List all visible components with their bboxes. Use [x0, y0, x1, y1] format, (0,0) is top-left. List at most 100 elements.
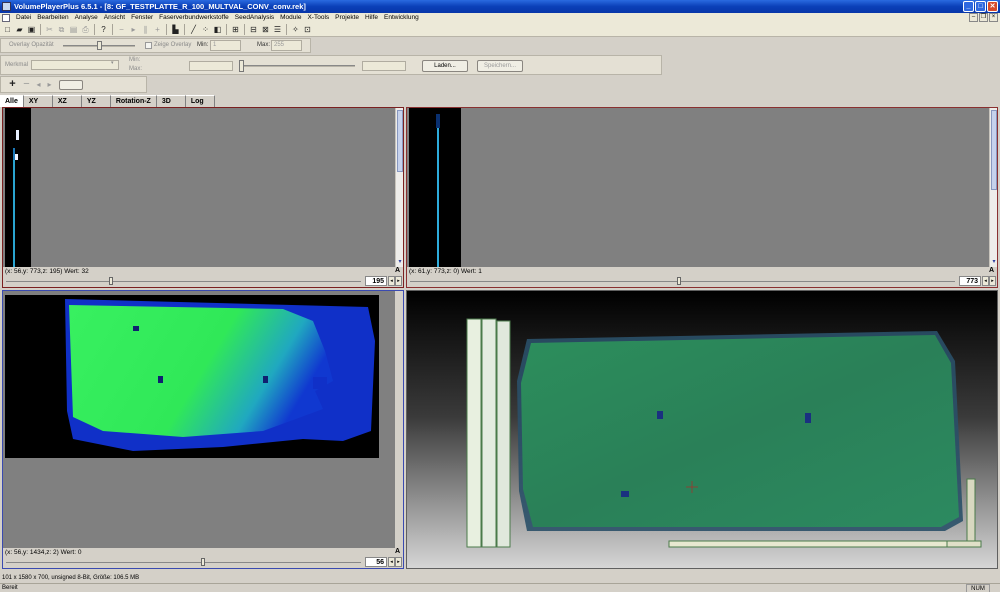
- menu-faserverbundwerkstoffe[interactable]: Faserverbundwerkstoffe: [156, 13, 232, 23]
- mdi-minimize-button[interactable]: –: [969, 13, 978, 22]
- open-folder-icon[interactable]: ▰: [14, 24, 25, 35]
- xz-view-panel[interactable]: ▾ (x: 61,y: 773,z: 0) Wert: 1 A 773 ◂ ▸: [406, 107, 998, 288]
- status-bar: Bereit NUM: [0, 583, 1000, 592]
- menu-x-tools[interactable]: X-Tools: [304, 13, 332, 23]
- slice-decrement-icon[interactable]: ◂: [388, 276, 395, 286]
- overlay-view-icon[interactable]: ⊟: [248, 24, 259, 35]
- scroll-down-icon[interactable]: ▾: [396, 258, 403, 266]
- xz-slice-image[interactable]: [407, 108, 990, 267]
- xy-slice-image[interactable]: [3, 108, 396, 267]
- histogram-icon[interactable]: ▙: [170, 24, 181, 35]
- tab-yz[interactable]: YZ: [81, 95, 111, 107]
- add-icon[interactable]: +: [7, 79, 18, 90]
- pause-icon[interactable]: ∥: [140, 24, 151, 35]
- overlay-max-input[interactable]: 255: [271, 40, 302, 51]
- toolbar-separator: [184, 24, 185, 35]
- 3d-view-panel[interactable]: [406, 290, 998, 569]
- overlay-min-label: Min:: [197, 42, 209, 48]
- previous-icon[interactable]: ◂: [33, 79, 44, 90]
- menu-datei[interactable]: Datei: [13, 13, 34, 23]
- print-icon[interactable]: ⎙: [80, 24, 91, 35]
- image-grid-icon[interactable]: ⊞: [230, 24, 241, 35]
- feature-select-arrow-icon[interactable]: ▾: [111, 60, 114, 66]
- next-icon[interactable]: ▸: [44, 79, 55, 90]
- save-icon[interactable]: ▣: [26, 24, 37, 35]
- points-tool-icon[interactable]: ⁘: [200, 24, 211, 35]
- xy-slider-thumb[interactable]: [108, 277, 113, 285]
- window-controls: _ □ ✕: [963, 1, 998, 12]
- tab-3d[interactable]: 3D: [156, 95, 186, 107]
- tab-alle[interactable]: Alle: [0, 95, 24, 107]
- slice-increment-icon[interactable]: ▸: [395, 557, 402, 567]
- yz-slider-thumb[interactable]: [201, 558, 206, 566]
- slice-increment-icon[interactable]: ▸: [395, 276, 402, 286]
- feature-max-input[interactable]: [362, 61, 406, 71]
- plus-icon[interactable]: +: [152, 24, 163, 35]
- menu-seedanalysis[interactable]: SeedAnalysis: [232, 13, 277, 23]
- menu-ansicht[interactable]: Ansicht: [101, 13, 128, 23]
- maximize-button[interactable]: □: [975, 1, 986, 12]
- minimize-button[interactable]: _: [963, 1, 974, 12]
- gradient-icon[interactable]: ◧: [212, 24, 223, 35]
- xy-view-panel[interactable]: ▾ (x: 56,y: 773,z: 195) Wert: 32 A 195 ◂…: [2, 107, 404, 288]
- menu-module[interactable]: Module: [277, 13, 304, 23]
- help-pointer-icon[interactable]: ?: [98, 24, 109, 35]
- compare-view-icon[interactable]: ⊠: [260, 24, 271, 35]
- tab-xy[interactable]: XY: [23, 95, 53, 107]
- save-button[interactable]: Speichern...: [477, 60, 523, 72]
- minus-icon[interactable]: −: [116, 24, 127, 35]
- tab-log[interactable]: Log: [185, 95, 215, 107]
- close-button[interactable]: ✕: [987, 1, 998, 12]
- paste-icon[interactable]: ▤: [68, 24, 79, 35]
- document-icon[interactable]: [2, 14, 10, 22]
- feature-min-input[interactable]: [189, 61, 233, 71]
- xz-slider-thumb[interactable]: [677, 277, 682, 285]
- menu-analyse[interactable]: Analyse: [72, 13, 101, 23]
- slice-increment-icon[interactable]: ▸: [989, 276, 996, 286]
- overlay-min-input[interactable]: 1: [210, 40, 241, 51]
- scroll-down-icon[interactable]: ▾: [990, 258, 997, 266]
- blank-button[interactable]: [59, 80, 83, 90]
- play-icon[interactable]: ▸: [128, 24, 139, 35]
- xy-slice-input[interactable]: 195: [365, 276, 387, 286]
- new-file-icon[interactable]: □: [2, 24, 13, 35]
- title-bar: VolumePlayerPlus 6.5.1 - [8: GF_TESTPLAT…: [0, 0, 1000, 13]
- remove-icon[interactable]: −: [21, 79, 32, 90]
- xz-vertical-scrollbar[interactable]: ▾: [989, 108, 997, 267]
- toolbar-separator: [286, 24, 287, 35]
- volume-info-bar: 101 x 1580 x 700, unsigned 8-Bit, Größe:…: [0, 574, 1000, 583]
- yz-slice-image[interactable]: [3, 291, 396, 548]
- menu-bearbeiten[interactable]: Bearbeiten: [34, 13, 71, 23]
- overlay-opacity-thumb[interactable]: [97, 41, 102, 50]
- show-overlay-checkbox[interactable]: [145, 42, 152, 49]
- slice-decrement-icon[interactable]: ◂: [388, 557, 395, 567]
- settings-icon[interactable]: ✧: [290, 24, 301, 35]
- menu-fenster[interactable]: Fenster: [128, 13, 156, 23]
- xz-slice-input[interactable]: 773: [959, 276, 981, 286]
- xy-scroll-thumb[interactable]: [397, 110, 403, 172]
- mdi-restore-button[interactable]: ❐: [979, 13, 988, 22]
- xy-vertical-scrollbar[interactable]: ▾: [395, 108, 403, 267]
- feature-select[interactable]: [31, 60, 119, 70]
- xz-slice-slider[interactable]: 773 ◂ ▸: [407, 276, 997, 287]
- mdi-close-button[interactable]: ×: [989, 13, 998, 22]
- line-tool-icon[interactable]: ╱: [188, 24, 199, 35]
- yz-view-panel[interactable]: (x: 56,y: 1434,z: 2) Wert: 0 A 56 ◂ ▸: [2, 290, 404, 569]
- yz-slice-slider[interactable]: 56 ◂ ▸: [3, 557, 403, 568]
- xy-slice-slider[interactable]: 195 ◂ ▸: [3, 276, 403, 287]
- menu-hilfe[interactable]: Hilfe: [362, 13, 381, 23]
- tab-rotation-z[interactable]: Rotation-Z: [110, 95, 157, 107]
- xz-scroll-thumb[interactable]: [991, 110, 997, 190]
- feature-range-thumb[interactable]: [239, 60, 244, 72]
- menu-entwicklung[interactable]: Entwicklung: [381, 13, 422, 23]
- layers-icon[interactable]: ☰: [272, 24, 283, 35]
- menu-projekte[interactable]: Projekte: [332, 13, 362, 23]
- tab-xz[interactable]: XZ: [52, 95, 82, 107]
- cut-icon[interactable]: ✂: [44, 24, 55, 35]
- copy-icon[interactable]: ⧉: [56, 24, 67, 35]
- 3d-render-image[interactable]: [407, 291, 998, 569]
- yz-slice-input[interactable]: 56: [365, 557, 387, 567]
- load-button[interactable]: Laden...: [422, 60, 468, 72]
- export-icon[interactable]: ⊡: [302, 24, 313, 35]
- slice-decrement-icon[interactable]: ◂: [982, 276, 989, 286]
